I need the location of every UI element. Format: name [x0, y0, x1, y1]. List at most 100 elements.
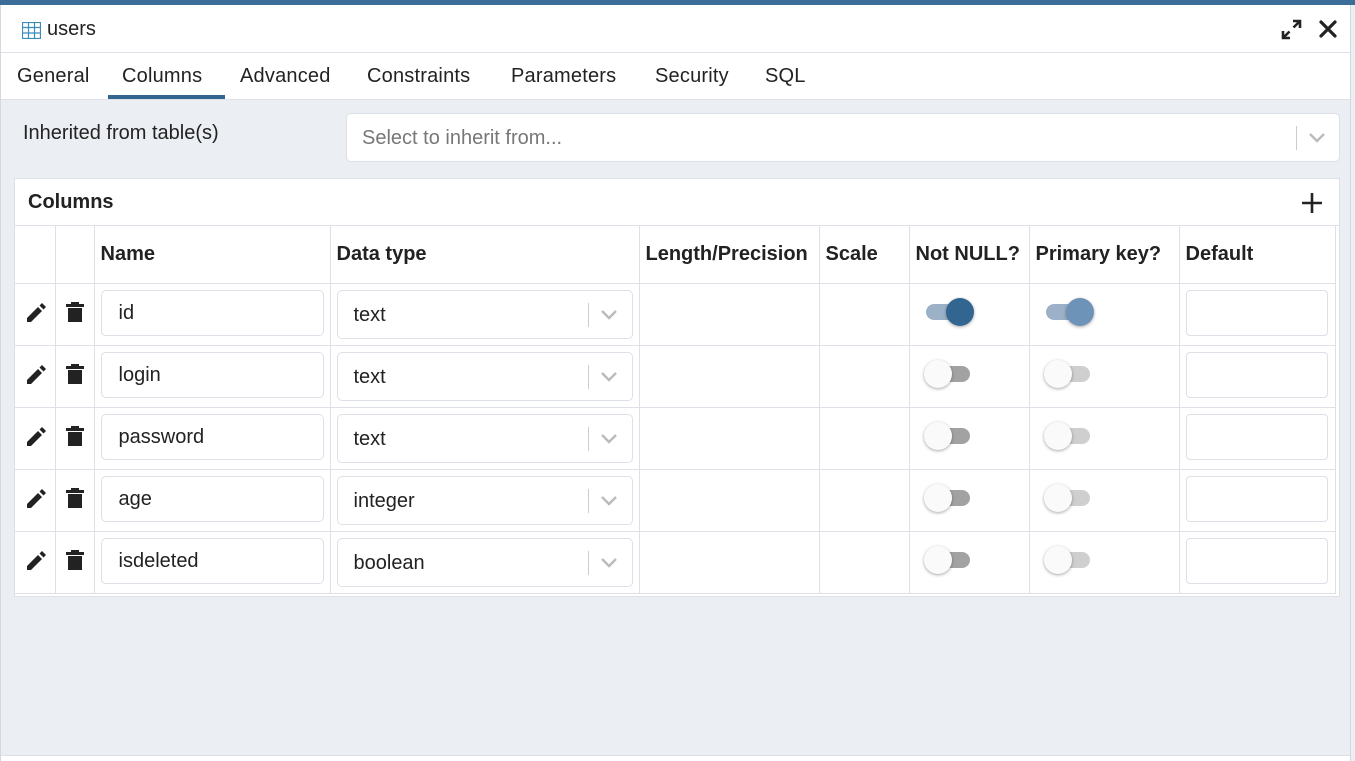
not-null-cell — [909, 283, 1030, 346]
chevron-down-icon[interactable] — [1307, 130, 1327, 144]
data-type-select[interactable]: text — [336, 289, 633, 339]
chevron-down-icon[interactable] — [600, 556, 618, 568]
edit-cell[interactable] — [15, 345, 56, 408]
chevron-down-icon[interactable] — [600, 432, 618, 444]
pencil-icon[interactable] — [24, 300, 46, 324]
column-name-input[interactable]: password — [100, 413, 324, 460]
scale-cell[interactable] — [819, 345, 910, 408]
data-type-select[interactable]: text — [336, 351, 633, 401]
edit-cell[interactable] — [15, 531, 56, 594]
default-input[interactable] — [1185, 351, 1328, 398]
table-properties-dialog: users General Columns Advanced Constrain… — [0, 5, 1351, 761]
length-precision-cell[interactable] — [639, 283, 820, 346]
data-type-value: text — [353, 427, 386, 450]
name-cell: password — [94, 407, 331, 470]
select-separator — [587, 302, 589, 327]
scale-cell[interactable] — [819, 531, 910, 594]
data-type-value: text — [353, 303, 386, 326]
trash-icon[interactable] — [64, 362, 86, 386]
length-precision-cell[interactable] — [639, 469, 820, 532]
chevron-down-icon[interactable] — [600, 494, 618, 506]
delete-cell[interactable] — [55, 283, 95, 346]
primary-key-cell — [1029, 469, 1180, 532]
tab-sql[interactable]: SQL — [765, 65, 806, 88]
primary-key-toggle[interactable] — [1044, 297, 1094, 326]
dialog-titlebar[interactable]: users — [1, 5, 1350, 53]
not-null-toggle[interactable] — [923, 421, 970, 450]
trash-icon[interactable] — [64, 424, 86, 448]
tab-bar: General Columns Advanced Constraints Par… — [1, 53, 1350, 100]
length-precision-cell[interactable] — [639, 531, 820, 594]
default-input[interactable] — [1185, 289, 1328, 336]
default-cell — [1179, 531, 1336, 594]
plus-icon[interactable] — [1300, 191, 1324, 215]
header-data-type: Data type — [330, 226, 640, 284]
scale-cell[interactable] — [819, 407, 910, 470]
delete-cell[interactable] — [55, 531, 95, 594]
data-type-cell: boolean — [330, 531, 640, 594]
trash-icon[interactable] — [64, 300, 86, 324]
edit-cell[interactable] — [15, 407, 56, 470]
active-tab-indicator — [108, 95, 225, 99]
not-null-toggle[interactable] — [923, 545, 970, 574]
column-name-input[interactable]: age — [100, 475, 324, 522]
tab-advanced[interactable]: Advanced — [240, 65, 331, 88]
data-type-value: integer — [353, 489, 415, 512]
tab-security[interactable]: Security — [655, 65, 729, 88]
select-separator — [587, 426, 589, 451]
dialog-title: users — [47, 18, 96, 40]
data-type-cell: integer — [330, 469, 640, 532]
inherit-select[interactable]: Select to inherit from... — [346, 113, 1340, 162]
column-name-input[interactable]: login — [100, 351, 324, 398]
delete-cell[interactable] — [55, 345, 95, 408]
trash-icon[interactable] — [64, 548, 86, 572]
default-cell — [1179, 345, 1336, 408]
default-input[interactable] — [1185, 537, 1328, 584]
primary-key-toggle[interactable] — [1043, 421, 1090, 450]
tab-columns[interactable]: Columns — [122, 65, 202, 88]
select-separator — [1296, 126, 1297, 150]
dialog-footer — [1, 755, 1350, 761]
not-null-toggle[interactable] — [923, 359, 970, 388]
delete-cell[interactable] — [55, 407, 95, 470]
primary-key-toggle[interactable] — [1043, 483, 1090, 512]
tab-parameters[interactable]: Parameters — [511, 65, 616, 88]
pencil-icon[interactable] — [24, 362, 46, 386]
data-type-value: text — [353, 365, 386, 388]
length-precision-cell[interactable] — [639, 345, 820, 408]
chevron-down-icon[interactable] — [600, 370, 618, 382]
primary-key-toggle[interactable] — [1043, 545, 1090, 574]
edit-cell[interactable] — [15, 283, 56, 346]
columns-grid: Columns Name Data type Length/Precision … — [14, 178, 1340, 597]
not-null-toggle[interactable] — [923, 483, 970, 512]
column-name-input[interactable]: id — [100, 289, 324, 336]
not-null-toggle[interactable] — [924, 297, 974, 326]
column-name-input[interactable]: isdeleted — [100, 537, 324, 584]
header-length-precision: Length/Precision — [639, 226, 820, 284]
scale-cell[interactable] — [819, 283, 910, 346]
edit-cell[interactable] — [15, 469, 56, 532]
primary-key-toggle[interactable] — [1043, 359, 1090, 388]
default-input[interactable] — [1185, 475, 1328, 522]
default-cell — [1179, 469, 1336, 532]
pencil-icon[interactable] — [24, 486, 46, 510]
data-type-select[interactable]: integer — [336, 475, 633, 525]
default-input[interactable] — [1185, 413, 1328, 460]
data-type-cell: text — [330, 407, 640, 470]
close-icon[interactable] — [1318, 19, 1338, 39]
header-primary-key: Primary key? — [1029, 226, 1180, 284]
primary-key-cell — [1029, 283, 1180, 346]
data-type-select[interactable]: boolean — [336, 537, 633, 587]
chevron-down-icon[interactable] — [600, 308, 618, 320]
data-type-cell: text — [330, 345, 640, 408]
pencil-icon[interactable] — [24, 548, 46, 572]
scale-cell[interactable] — [819, 469, 910, 532]
tab-general[interactable]: General — [17, 65, 90, 88]
delete-cell[interactable] — [55, 469, 95, 532]
expand-icon[interactable] — [1281, 19, 1302, 40]
data-type-select[interactable]: text — [336, 413, 633, 463]
pencil-icon[interactable] — [24, 424, 46, 448]
tab-constraints[interactable]: Constraints — [367, 65, 470, 88]
length-precision-cell[interactable] — [639, 407, 820, 470]
trash-icon[interactable] — [64, 486, 86, 510]
